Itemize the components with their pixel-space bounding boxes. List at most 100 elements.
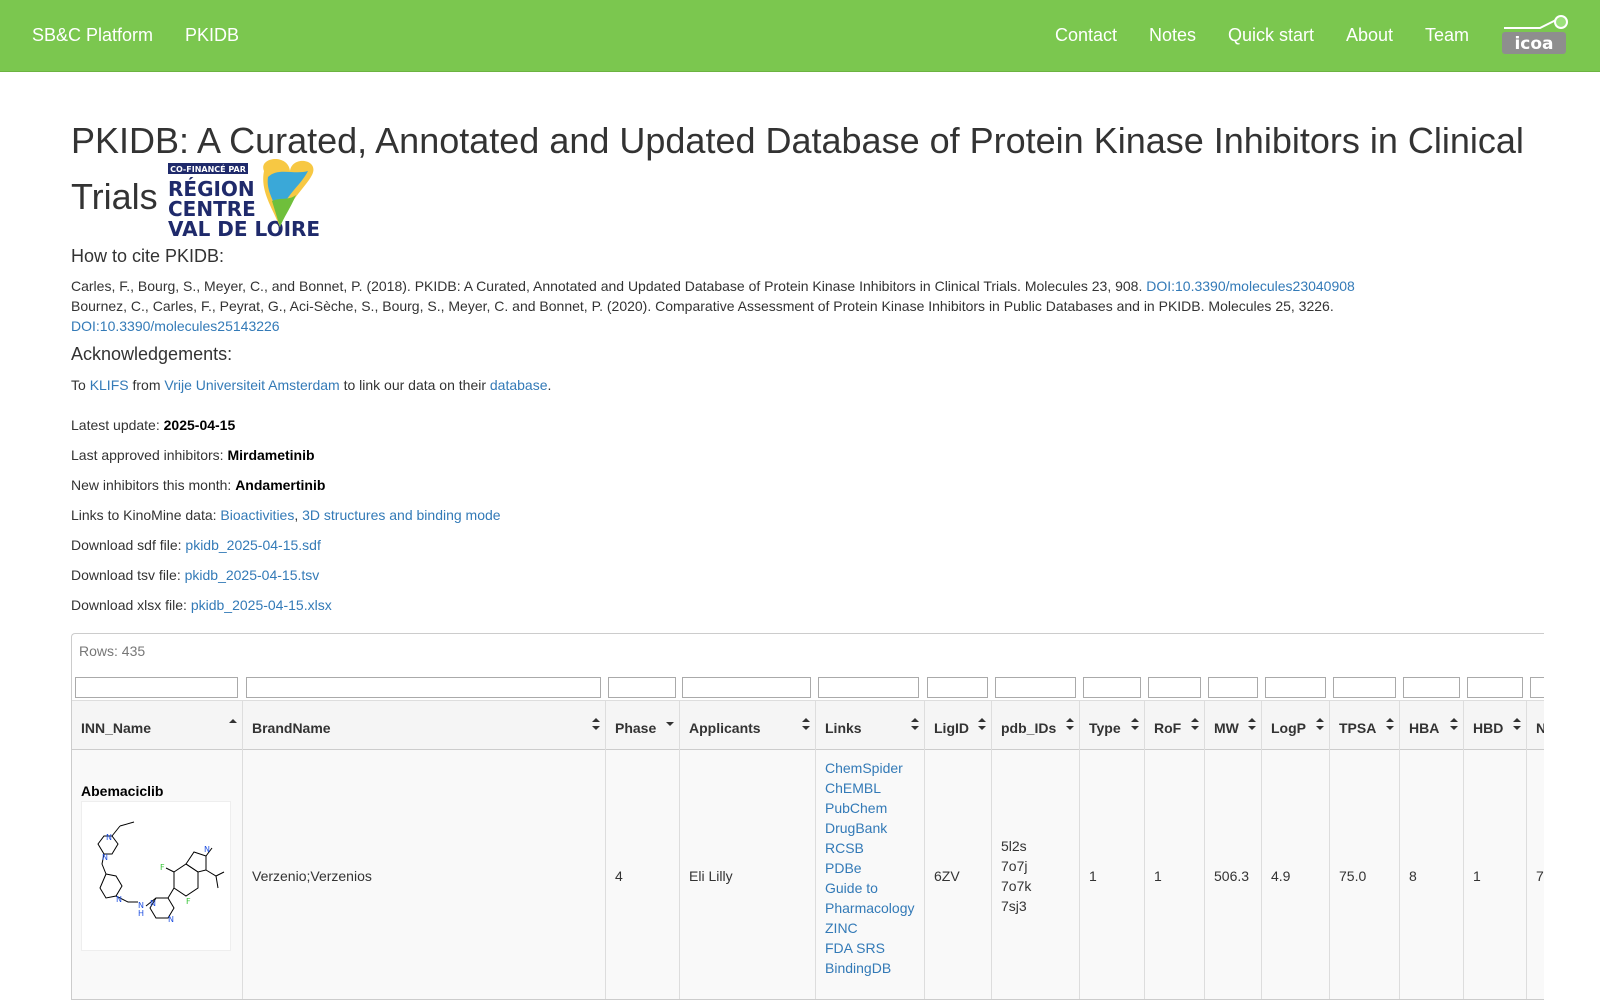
sort-both-icon (592, 718, 600, 730)
col-header-logp[interactable]: LogP (1261, 701, 1329, 751)
link-fda-srs[interactable]: FDA SRS (825, 938, 915, 958)
filter-links[interactable] (818, 677, 919, 698)
cell-mw: 506.3 (1204, 750, 1261, 999)
klifs-database-link[interactable]: database (490, 377, 548, 393)
sort-both-icon (802, 718, 810, 730)
link-pubchem[interactable]: PubChem (825, 798, 915, 818)
col-header-rof[interactable]: RoF (1144, 701, 1204, 751)
col-header-hbd[interactable]: HBD (1463, 701, 1526, 751)
link-zinc[interactable]: ZINC (825, 918, 915, 938)
link-pdbe[interactable]: PDBe (825, 858, 915, 878)
logp-value: 4.9 (1271, 867, 1291, 884)
filter-logp[interactable] (1265, 677, 1326, 698)
sort-both-icon (1450, 718, 1458, 730)
filter-hba[interactable] (1403, 677, 1460, 698)
col-header-type[interactable]: Type (1079, 701, 1144, 751)
phase-value: 4 (615, 867, 623, 884)
download-sdf: Download sdf file: pkidb_2025-04-15.sdf (71, 535, 321, 555)
col-header-n[interactable]: N (1526, 701, 1544, 751)
col-header-hba-label: HBA (1409, 720, 1440, 736)
nav-about[interactable]: About (1346, 24, 1393, 46)
link-guide-to-pharmacology-line2[interactable]: Pharmacology (825, 898, 915, 918)
nav-pkidb[interactable]: PKIDB (185, 24, 239, 46)
col-header-hba[interactable]: HBA (1399, 701, 1463, 751)
filter-ligid[interactable] (927, 677, 988, 698)
col-header-hbd-label: HBD (1473, 720, 1504, 736)
new-inhibitors-label: New inhibitors this month: (71, 477, 232, 493)
pdb-id: 7sj3 (1001, 897, 1027, 914)
filter-brandname[interactable] (246, 677, 601, 698)
filter-applicants[interactable] (682, 677, 811, 698)
nav-sbc-platform[interactable]: SB&C Platform (32, 24, 153, 46)
filter-inn-name[interactable] (75, 677, 238, 698)
col-header-applicants-label: Applicants (689, 720, 761, 736)
col-header-ligid[interactable]: LigID (924, 701, 991, 751)
link-chemspider[interactable]: ChemSpider (825, 758, 915, 778)
rof-value: 1 (1154, 867, 1162, 884)
rows-count: Rows: 435 (79, 643, 146, 659)
col-header-inn-name[interactable]: INN_Name (72, 701, 242, 751)
kinomine-separator: , (294, 507, 299, 523)
filter-type[interactable] (1083, 677, 1141, 698)
link-chembl[interactable]: ChEMBL (825, 778, 915, 798)
filter-mw[interactable] (1208, 677, 1258, 698)
filter-rof[interactable] (1148, 677, 1201, 698)
download-xlsx-link[interactable]: pkidb_2025-04-15.xlsx (191, 597, 332, 613)
sort-desc-icon (666, 722, 674, 726)
svg-text:N: N (168, 915, 174, 924)
link-bindingdb[interactable]: BindingDB (825, 958, 915, 978)
pdb-id: 7o7k (1001, 877, 1032, 894)
filter-n[interactable] (1530, 677, 1544, 698)
link-rcsb[interactable]: RCSB (825, 838, 915, 858)
acknowledgements-heading: Acknowledgements: (71, 344, 233, 364)
nav-team[interactable]: Team (1425, 24, 1469, 46)
link-guide-to-pharmacology[interactable]: Guide to (825, 878, 915, 898)
filter-tpsa[interactable] (1333, 677, 1396, 698)
sort-both-icon (1131, 718, 1139, 730)
table-row: Abemaciclib N N N N H N N N F F Verzenio… (72, 750, 1544, 999)
col-header-tpsa[interactable]: TPSA (1329, 701, 1399, 751)
citation-1-doi-link[interactable]: DOI:10.3390/molecules23040908 (1146, 278, 1355, 294)
link-drugbank[interactable]: DrugBank (825, 818, 915, 838)
vu-amsterdam-link[interactable]: Vrije Universiteit Amsterdam (164, 377, 339, 393)
nav-quick-start[interactable]: Quick start (1228, 24, 1314, 46)
citation-2-doi-link[interactable]: DOI:10.3390/molecules25143226 (71, 318, 280, 334)
nav-notes[interactable]: Notes (1149, 24, 1196, 46)
sort-both-icon (978, 718, 986, 730)
download-tsv-link[interactable]: pkidb_2025-04-15.tsv (185, 567, 320, 583)
col-header-pdb-ids[interactable]: pdb_IDs (991, 701, 1079, 751)
download-xlsx-label: Download xlsx file: (71, 597, 187, 613)
nav-contact[interactable]: Contact (1055, 24, 1117, 46)
ack-to: To (71, 377, 86, 393)
ack-mid: to link our data on their (343, 377, 486, 393)
filter-hbd[interactable] (1467, 677, 1523, 698)
table-header-row: INN_Name BrandName Phase Applicants Link… (72, 700, 1544, 751)
citation-1-text: Carles, F., Bourg, S., Meyer, C., and Bo… (71, 278, 1147, 294)
icoa-logo[interactable]: icoa (1500, 14, 1570, 56)
col-header-phase[interactable]: Phase (605, 701, 679, 751)
page-title-line2: Trials (71, 176, 158, 217)
col-header-applicants[interactable]: Applicants (679, 701, 815, 751)
cell-hba: 8 (1399, 750, 1463, 999)
cell-inn-name: Abemaciclib N N N N H N N N F F (72, 750, 242, 999)
acknowledgements-text: To KLIFS from Vrije Universiteit Amsterd… (71, 375, 551, 395)
col-header-brandname[interactable]: BrandName (242, 701, 605, 751)
klifs-link[interactable]: KLIFS (90, 377, 129, 393)
col-header-mw[interactable]: MW (1204, 701, 1261, 751)
col-header-links[interactable]: Links (815, 701, 924, 751)
col-header-tpsa-label: TPSA (1339, 720, 1377, 736)
last-approved-inhibitors: Last approved inhibitors: Mirdametinib (71, 445, 315, 465)
new-inhibitors-value: Andamertinib (235, 477, 326, 493)
filter-phase[interactable] (608, 677, 676, 698)
sort-both-icon (1386, 718, 1394, 730)
sort-both-icon (1316, 718, 1324, 730)
new-inhibitors: New inhibitors this month: Andamertinib (71, 475, 325, 495)
molecule-structure-image[interactable]: N N N N H N N N F F (81, 801, 231, 951)
3d-structures-link[interactable]: 3D structures and binding mode (302, 507, 500, 523)
bioactivities-link[interactable]: Bioactivities (220, 507, 294, 523)
download-sdf-link[interactable]: pkidb_2025-04-15.sdf (185, 537, 320, 553)
mw-value: 506.3 (1214, 867, 1250, 884)
cell-links: ChemSpider ChEMBL PubChem DrugBank RCSB … (815, 750, 924, 999)
filter-pdb-ids[interactable] (995, 677, 1076, 698)
col-header-mw-label: MW (1214, 720, 1239, 736)
